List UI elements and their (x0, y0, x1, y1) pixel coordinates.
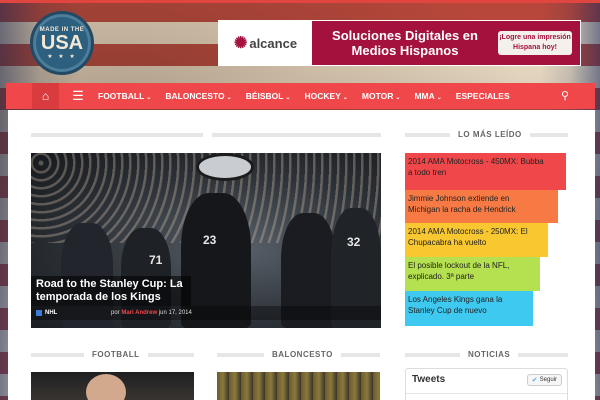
section-divider (31, 133, 203, 137)
category-tag[interactable]: NHL (36, 310, 57, 316)
jersey-number: 23 (203, 233, 217, 247)
nav-item-mma[interactable]: MMA ⌄ (407, 91, 448, 101)
most-read-item[interactable]: Jimmie Johnson extiende en Michigan la ra… (405, 190, 558, 223)
twitter-widget: Tweets ✔ Seguir (405, 368, 568, 400)
most-read-title: LO MÁS LEÍDO (450, 130, 530, 139)
home-icon[interactable]: ⌂ (32, 83, 59, 109)
twitter-bird-icon: ✔ (531, 377, 538, 384)
hero-title-line1: Road to the Stanley Cup: La (36, 278, 183, 290)
stanley-cup-icon (196, 153, 254, 181)
baloncesto-thumbnail[interactable] (217, 372, 380, 400)
nav-item-beisbol[interactable]: BÉISBOL ⌄ (239, 91, 298, 101)
search-icon[interactable]: ⚲ (561, 89, 569, 102)
chevron-down-icon: ⌄ (146, 95, 152, 101)
chevron-down-icon: ⌄ (342, 95, 348, 101)
chevron-down-icon: ⌄ (436, 95, 442, 101)
noticias-section-title: NOTICIAS (460, 350, 519, 359)
banner-headline: Soluciones Digitales en Medios Hispanos (312, 28, 498, 58)
logo-main-text: USA (40, 31, 84, 54)
tweets-divider (406, 393, 567, 394)
menu-icon[interactable]: ☰ (65, 88, 91, 104)
ad-banner[interactable]: ✺ alcance Soluciones Digitales en Medios… (218, 20, 581, 66)
banner-headline-line2: Medios Hispanos (351, 43, 459, 58)
follow-button[interactable]: ✔ Seguir (526, 374, 562, 386)
banner-cta-line1: ¡Logre una impresión (499, 34, 571, 41)
football-thumbnail[interactable] (31, 372, 194, 400)
most-read-item[interactable]: El posible lockout de la NFL, explicado. … (405, 257, 540, 291)
category-square-icon (36, 310, 42, 316)
hero-byline: por Mari Andrew jun 17, 2014 (111, 310, 192, 316)
jersey-number: 32 (347, 235, 361, 249)
most-read-item[interactable]: 2014 AMA Motocross - 450MX: Bubba a todo … (405, 153, 566, 190)
banner-headline-line1: Soluciones Digitales en (332, 28, 478, 43)
chevron-down-icon: ⌄ (395, 95, 401, 101)
chevron-down-icon: ⌄ (226, 95, 232, 101)
hero-meta: NHL por Mari Andrew jun 17, 2014 (31, 306, 381, 320)
author-link[interactable]: Mari Andrew (121, 310, 157, 316)
banner-cta-button[interactable]: ¡Logre una impresión Hispana hoy! (498, 31, 572, 55)
section-divider (212, 133, 381, 137)
main-nav: ⌂ ☰ FOOTBALL ⌄ BALONCESTO ⌄ BÉISBOL ⌄ HOCKE… (6, 83, 595, 109)
nav-item-football[interactable]: FOOTBALL ⌄ (91, 91, 158, 101)
face-shape (86, 374, 126, 400)
banner-cta-line2: Hispana hoy! (513, 44, 557, 51)
jersey-number: 71 (149, 253, 163, 267)
hero-date: jun 17, 2014 (158, 310, 192, 316)
most-read-item[interactable]: 2014 AMA Motocross - 250MX: El Chupacabra… (405, 223, 548, 257)
nav-item-motor[interactable]: MOTOR ⌄ (355, 91, 408, 101)
nav-item-baloncesto[interactable]: BALONCESTO ⌄ (158, 91, 238, 101)
most-read-item[interactable]: Los Angeles Kings gana la Stanley Cup de … (405, 291, 533, 326)
hero-title-line2: temporada de los Kings (36, 291, 161, 303)
tweets-title: Tweets (412, 374, 446, 385)
site-logo[interactable]: MADE IN THE USA ★ ★ ★ (30, 11, 94, 75)
logo-stars: ★ ★ ★ (47, 53, 77, 60)
brand-mark-icon: ✺ (233, 35, 248, 52)
nav-item-especiales[interactable]: ESPECIALES (449, 91, 517, 101)
banner-brand-name: alcance (249, 35, 298, 51)
banner-brand: ✺ alcance (219, 21, 312, 65)
baloncesto-section-title: BALONCESTO (264, 350, 341, 359)
nav-item-hockey[interactable]: HOCKEY ⌄ (298, 91, 355, 101)
chevron-down-icon: ⌄ (285, 95, 291, 101)
top-accent-bar (0, 0, 600, 3)
football-section-title: FOOTBALL (84, 350, 148, 359)
hero-title[interactable]: Road to the Stanley Cup: La temporada de… (31, 276, 191, 306)
